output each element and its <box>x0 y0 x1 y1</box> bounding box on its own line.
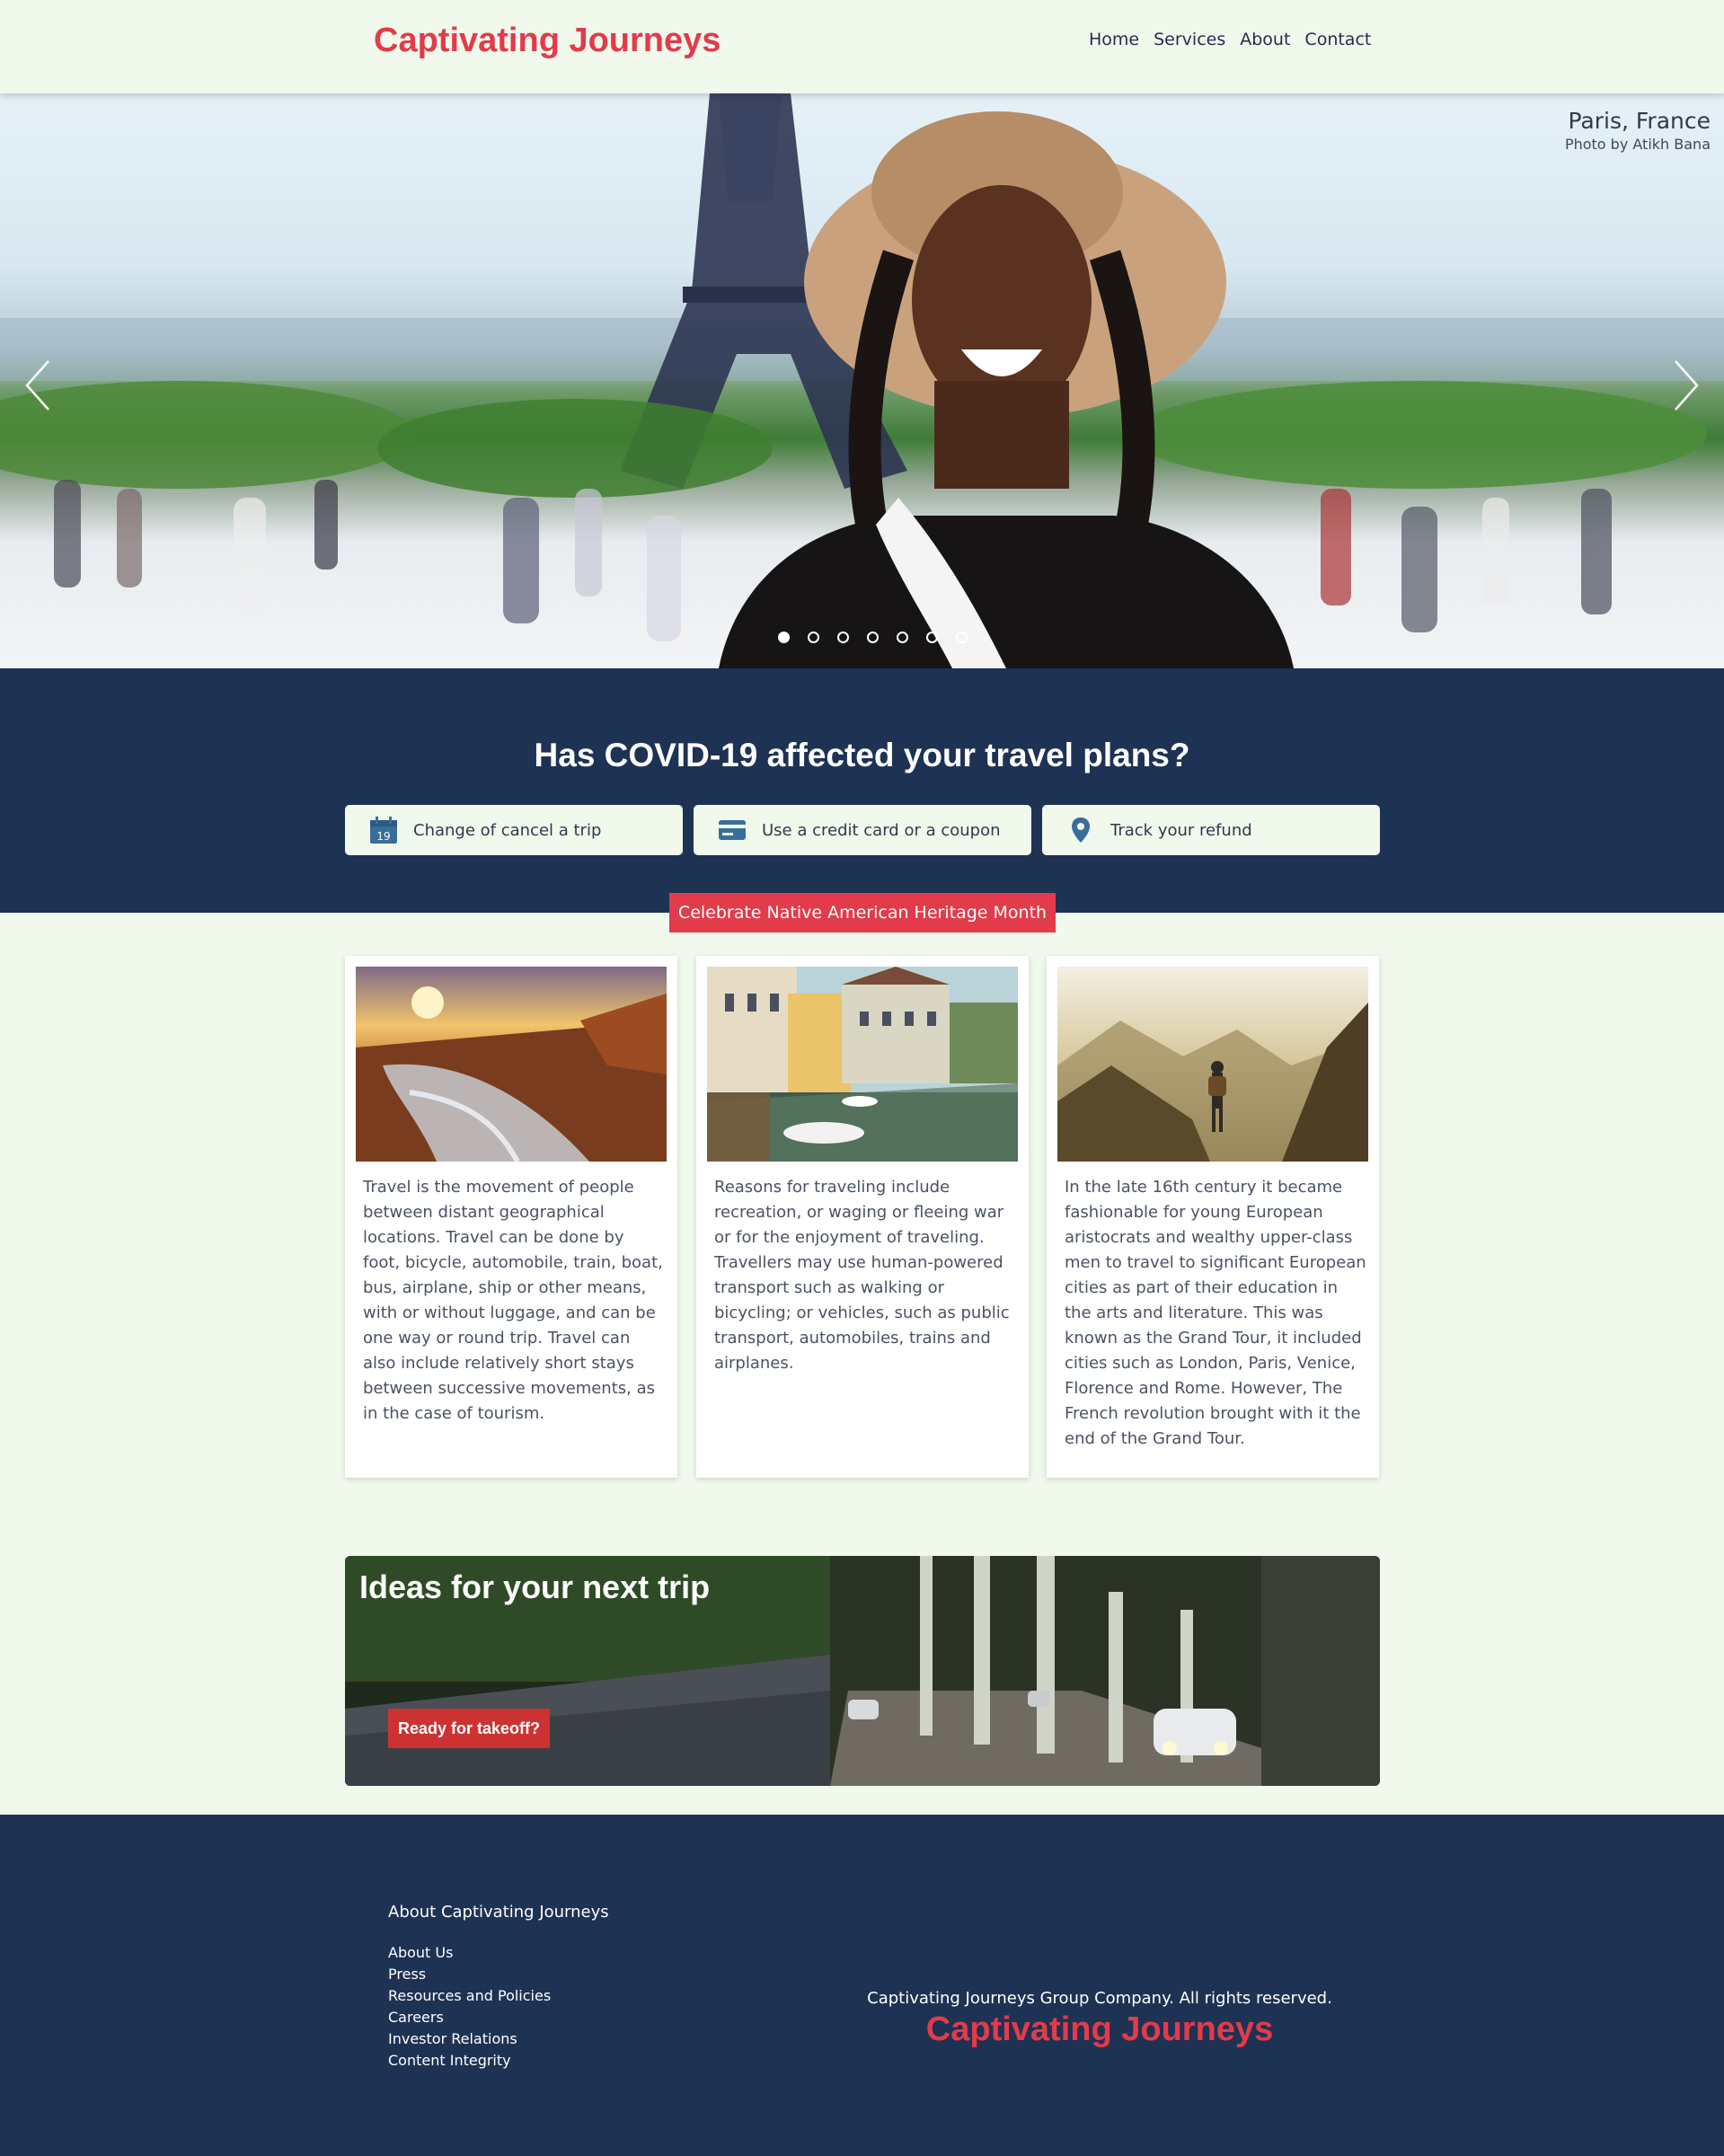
takeoff-button[interactable]: Ready for takeoff? <box>388 1709 550 1748</box>
card-text: In the late 16th century it became fashi… <box>1065 1178 1366 1448</box>
nav-home[interactable]: Home <box>1089 30 1139 49</box>
footer-link-resources[interactable]: Resources and Policies <box>388 1985 551 2007</box>
carousel-dot[interactable] <box>808 632 819 643</box>
card-image <box>1057 967 1368 1162</box>
footer-link-careers[interactable]: Careers <box>388 2007 551 2028</box>
site-header: Captivating Journeys Home Services About… <box>0 0 1724 93</box>
card-text: Travel is the movement of people between… <box>363 1178 663 1423</box>
option-label: Change of cancel a trip <box>413 820 602 840</box>
hero-caption: Paris, France Photo by Atikh Bana <box>1565 108 1711 153</box>
hero-carousel: Paris, France Photo by Atikh Bana <box>0 93 1724 668</box>
footer-link-investor-relations[interactable]: Investor Relations <box>388 2028 551 2050</box>
heritage-badge[interactable]: Celebrate Native American Heritage Month <box>669 893 1056 932</box>
footer-heading: About Captivating Journeys <box>388 1903 609 1922</box>
nav-about[interactable]: About <box>1240 30 1290 49</box>
covid-section: Has COVID-19 affected your travel plans?… <box>0 668 1724 913</box>
site-footer: About Captivating Journeys About Us Pres… <box>0 1815 1724 2156</box>
nav-contact[interactable]: Contact <box>1304 30 1371 49</box>
carousel-next-icon[interactable] <box>1668 354 1704 417</box>
footer-link-press[interactable]: Press <box>388 1964 551 1985</box>
brand-logo[interactable]: Captivating Journeys <box>374 22 721 60</box>
option-credit-coupon[interactable]: Use a credit card or a coupon <box>694 805 1031 855</box>
map-pin-icon <box>1065 815 1096 845</box>
card-travel: Travel is the movement of people between… <box>345 956 677 1478</box>
card-image <box>707 967 1018 1162</box>
carousel-indicators <box>778 632 968 643</box>
carousel-dot[interactable] <box>926 632 938 643</box>
carousel-dot[interactable] <box>778 632 790 643</box>
card-reasons: Reasons for traveling include recreation… <box>696 956 1029 1478</box>
hero-place: Paris, France <box>1568 108 1711 134</box>
carousel-dot[interactable] <box>867 632 879 643</box>
option-change-trip[interactable]: 19 Change of cancel a trip <box>345 805 683 855</box>
credit-card-icon <box>717 815 747 845</box>
card-text: Reasons for traveling include recreation… <box>714 1178 1010 1373</box>
main-nav: Home Services About Contact <box>1089 30 1371 49</box>
option-label: Use a credit card or a coupon <box>762 820 1001 840</box>
card-image <box>356 967 667 1162</box>
hero-image <box>0 93 1724 668</box>
footer-link-about-us[interactable]: About Us <box>388 1942 551 1964</box>
card-grand-tour: In the late 16th century it became fashi… <box>1047 956 1379 1478</box>
option-track-refund[interactable]: Track your refund <box>1042 805 1380 855</box>
covid-title: Has COVID-19 affected your travel plans? <box>534 737 1190 773</box>
footer-brand-logo[interactable]: Captivating Journeys <box>764 2010 1436 2049</box>
hero-photo-credit: Photo by Atikh Bana <box>1564 136 1711 153</box>
carousel-prev-icon[interactable] <box>20 354 56 417</box>
carousel-dot[interactable] <box>956 632 968 643</box>
footer-links: About Us Press Resources and Policies Ca… <box>388 1942 551 2072</box>
carousel-dot[interactable] <box>897 632 908 643</box>
copyright-text: Captivating Journeys Group Company. All … <box>867 1989 1332 2008</box>
option-label: Track your refund <box>1110 820 1252 840</box>
calendar-icon: 19 <box>368 815 399 845</box>
calendar-day: 19 <box>376 830 390 843</box>
ideas-banner: Ideas for your next trip Ready for takeo… <box>345 1556 1380 1786</box>
footer-link-content-integrity[interactable]: Content Integrity <box>388 2050 551 2072</box>
ideas-title: Ideas for your next trip <box>359 1568 711 1605</box>
nav-services[interactable]: Services <box>1154 30 1225 49</box>
carousel-dot[interactable] <box>837 632 849 643</box>
